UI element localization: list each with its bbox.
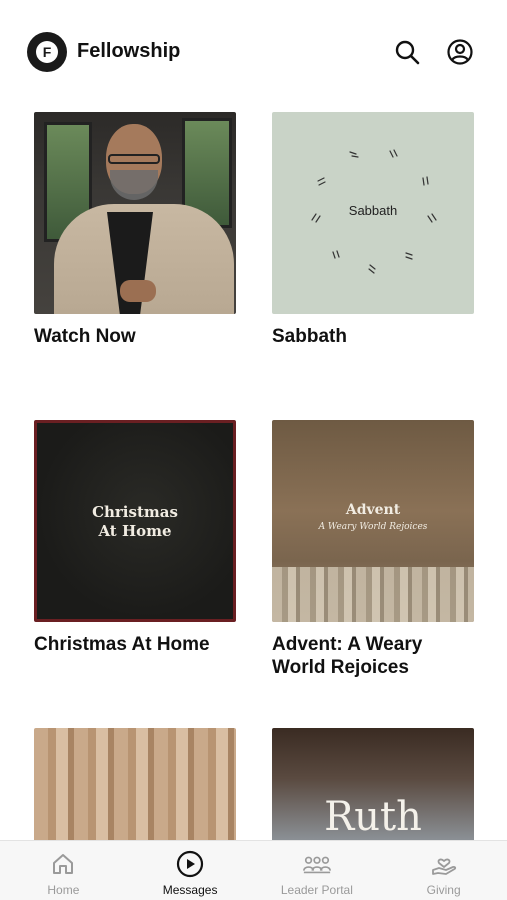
tab-giving[interactable]: Giving [380,841,507,900]
tab-label: Leader Portal [280,883,353,897]
card-title: Advent: A Weary World Rejoices [272,634,423,678]
speaker-beard [110,170,158,200]
card-watch-now[interactable]: Watch Now [34,112,236,348]
giving-hand-heart-icon [429,849,459,879]
thumbnail-title-line2: At Home [98,522,172,540]
city-skyline [272,567,474,622]
tab-leader-portal[interactable]: Leader Portal [254,841,381,900]
card-title: Christmas At Home [34,634,210,655]
card-thumbnail: Christmas At Home [34,420,236,622]
speaker-glasses [108,154,160,164]
card-christmas-at-home[interactable]: Christmas At Home Christmas At Home [34,420,236,656]
card-title: Watch Now [34,326,136,347]
card-advent[interactable]: Advent A Weary World Rejoices Advent: A … [272,420,474,679]
tab-label: Messages [162,883,218,897]
card-sabbath[interactable]: Sabbath Sabbath [272,112,474,348]
play-circle-icon [175,849,205,879]
bottom-tab-bar: Home Messages Leader Portal Giving [0,840,507,900]
thumbnail-title-line1: Advent [345,502,401,518]
app-screen: F Fellowship Watch Now Sabbath Sabbath C… [0,0,507,900]
thumbnail-title: Ruth [324,794,422,840]
group-icon [302,849,332,879]
tab-label: Home [47,883,80,897]
thumbnail-title-line2: A Weary World Rejoices [318,522,428,532]
thumbnail-title: Sabbath [348,203,398,218]
card-thumbnail: Advent A Weary World Rejoices [272,420,474,622]
tab-home[interactable]: Home [0,841,127,900]
speaker-hands [120,280,156,302]
thumbnail-title-line1: Christmas [92,503,178,521]
card-thumbnail [34,112,236,314]
messages-grid: Watch Now Sabbath Sabbath Christmas At H… [0,0,507,900]
card-title: Sabbath [272,326,347,347]
tab-messages[interactable]: Messages [127,841,254,900]
home-icon [48,849,78,879]
tab-label: Giving [426,883,461,897]
card-thumbnail: Sabbath [272,112,474,314]
